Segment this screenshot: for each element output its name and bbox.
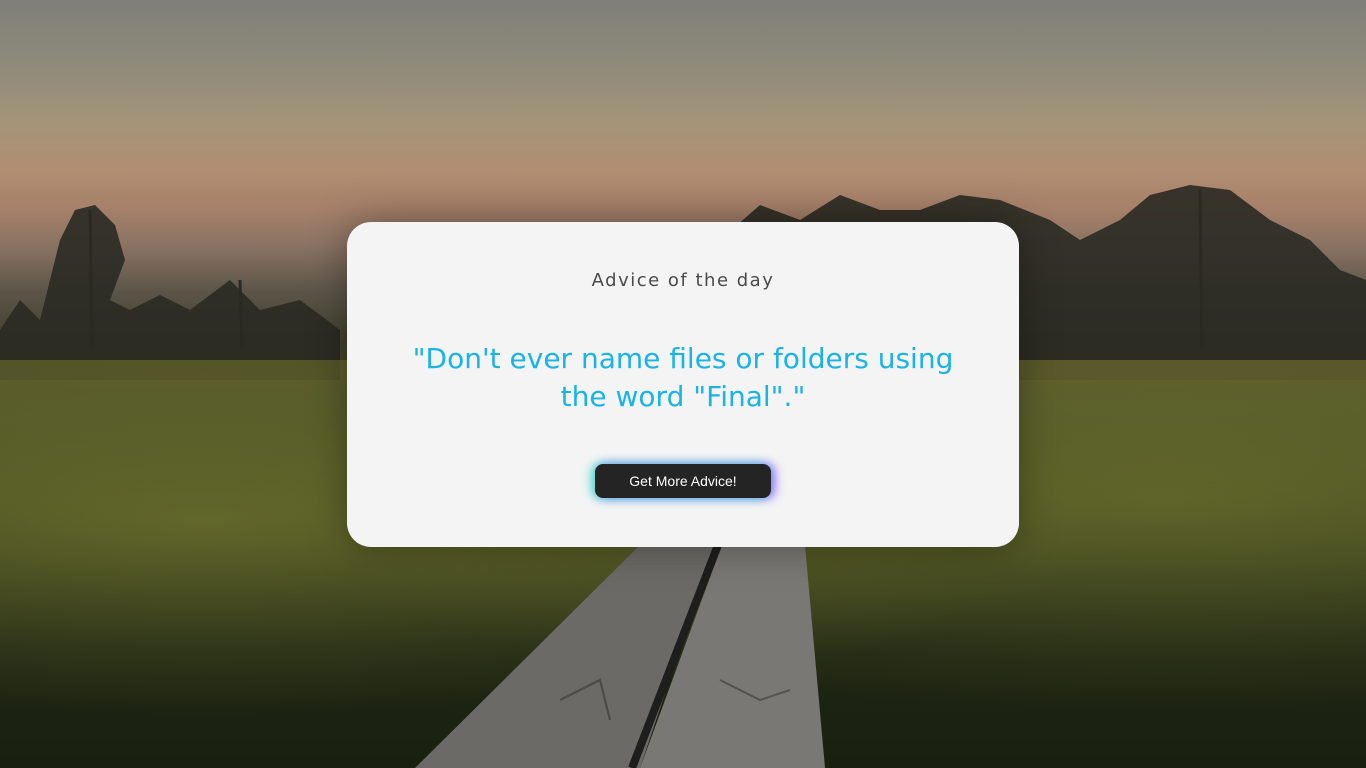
advice-quote: "Don't ever name files or folders using …	[412, 342, 954, 413]
get-more-advice-button[interactable]: Get More Advice!	[595, 464, 771, 498]
background-scene: Advice of the day "Don't ever name files…	[0, 0, 1366, 768]
advice-card: Advice of the day "Don't ever name files…	[347, 222, 1019, 547]
card-title: Advice of the day	[591, 270, 775, 291]
